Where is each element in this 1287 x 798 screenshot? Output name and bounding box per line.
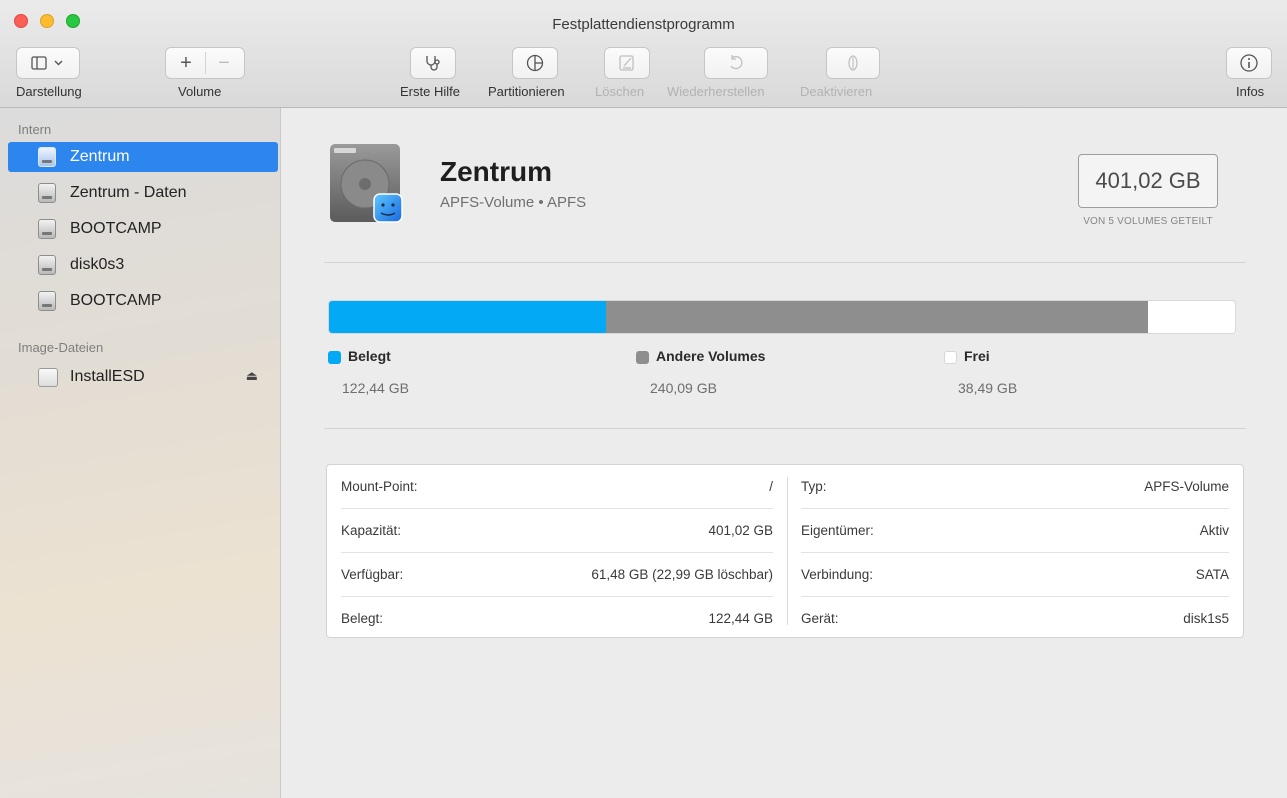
volume-icon <box>38 183 56 203</box>
sidebar-item-label: BOOTCAMP <box>70 292 162 309</box>
volume-label: Volume <box>178 84 222 99</box>
volume-icon <box>38 291 56 311</box>
info-key: Gerät: <box>801 611 839 626</box>
minus-icon[interactable]: − <box>204 52 244 75</box>
volume-name: Zentrum <box>440 156 552 187</box>
info-row-capacity: Kapazität: 401,02 GB <box>327 509 787 553</box>
usage-segment-other-volumes <box>605 301 1149 333</box>
restore-button[interactable] <box>704 47 768 79</box>
first-aid-label: Erste Hilfe <box>400 84 460 99</box>
eject-icon[interactable]: ⏏ <box>246 368 258 384</box>
info-value: APFS-Volume <box>1144 479 1229 494</box>
info-column-right: Typ: APFS-Volume Eigentümer: Aktiv Verbi… <box>787 465 1243 639</box>
erase-icon <box>619 55 634 71</box>
sidebar-item-label: Zentrum - Daten <box>70 184 187 201</box>
unmount-label: Deaktivieren <box>800 84 873 99</box>
info-icon <box>1240 54 1258 72</box>
info-row-type: Typ: APFS-Volume <box>787 465 1243 509</box>
info-key: Verfügbar: <box>341 567 404 582</box>
view-button[interactable] <box>16 47 80 79</box>
legend-value: 38,49 GB <box>958 380 1018 396</box>
info-key: Belegt: <box>341 611 384 626</box>
section-images: Image-Dateien <box>18 340 104 355</box>
legend-label: Andere Volumes <box>656 348 766 364</box>
info-value: SATA <box>1195 567 1229 582</box>
legend-value: 122,44 GB <box>342 380 409 396</box>
separator <box>324 428 1246 429</box>
pie-icon <box>526 54 544 72</box>
plus-icon[interactable]: + <box>166 52 206 75</box>
info-label: Infos <box>1236 84 1265 99</box>
hard-drive-icon <box>330 144 403 223</box>
sidebar-item-installesd[interactable]: InstallESD ⏏ <box>8 362 278 392</box>
info-value: disk1s5 <box>1183 611 1229 626</box>
info-key: Typ: <box>801 479 827 494</box>
info-value: Aktiv <box>1199 523 1229 538</box>
restore-icon <box>730 55 743 70</box>
info-column-left: Mount-Point: / Kapazität: 401,02 GB Verf… <box>327 465 787 639</box>
sidebar-item-disk0s3[interactable]: disk0s3 <box>8 250 278 280</box>
sidebar-item-label: disk0s3 <box>70 256 125 273</box>
first-aid-button[interactable] <box>410 47 456 79</box>
volume-icon <box>38 219 56 239</box>
volume-segment: + − <box>165 47 245 79</box>
legend-value: 240,09 GB <box>650 380 717 396</box>
info-row-mount-point: Mount-Point: / <box>327 465 787 509</box>
info-key: Eigentümer: <box>801 523 874 538</box>
legend-swatch <box>636 351 649 364</box>
capacity-box: 401,02 GB <box>1078 154 1218 208</box>
info-row-used: Belegt: 122,44 GB <box>327 597 787 641</box>
sidebar-icon <box>31 56 63 70</box>
volume-info-table: Mount-Point: / Kapazität: 401,02 GB Verf… <box>326 464 1244 638</box>
info-row-device: Gerät: disk1s5 <box>787 597 1243 641</box>
erase-label: Löschen <box>595 84 645 99</box>
stethoscope-icon <box>426 56 440 71</box>
info-button[interactable] <box>1226 47 1272 79</box>
disk-image-icon <box>38 368 58 387</box>
sidebar-item-label: InstallESD <box>70 368 145 385</box>
sidebar-item-bootcamp-2[interactable]: BOOTCAMP <box>8 286 278 316</box>
window-title: Festplattendienstprogramm <box>552 16 735 33</box>
unmount-icon <box>848 55 858 71</box>
usage-segment-free <box>1148 301 1235 333</box>
view-label: Darstellung <box>16 84 82 99</box>
usage-segment-used <box>329 301 606 333</box>
volume-subtitle: APFS-Volume • APFS <box>440 194 587 211</box>
legend-label: Belegt <box>348 348 391 364</box>
sidebar-item-label: BOOTCAMP <box>70 220 162 237</box>
volume-icon <box>38 255 56 275</box>
legend-swatch <box>328 351 341 364</box>
sidebar-item-label: Zentrum <box>70 148 130 165</box>
partition-label: Partitionieren <box>488 84 565 99</box>
sidebar-item-zentrum-daten[interactable]: Zentrum - Daten <box>8 178 278 208</box>
sidebar-item-zentrum[interactable]: Zentrum <box>8 142 278 172</box>
section-internal: Intern <box>18 122 52 137</box>
partition-button[interactable] <box>512 47 558 79</box>
info-value: 401,02 GB <box>708 523 773 538</box>
legend-label: Frei <box>964 348 990 364</box>
volume-icon <box>38 147 56 167</box>
info-key: Mount-Point: <box>341 479 418 494</box>
info-key: Verbindung: <box>801 567 874 582</box>
info-value: 61,48 GB (22,99 GB löschbar) <box>591 567 773 582</box>
legend-swatch <box>944 351 957 364</box>
volume-detail-pane: Zentrum APFS-Volume • APFS 401,02 GB VON… <box>282 108 1287 798</box>
separator <box>324 262 1246 263</box>
toolbar: Festplattendienstprogramm Darstellung + … <box>0 0 1287 108</box>
sidebar-item-bootcamp[interactable]: BOOTCAMP <box>8 214 278 244</box>
unmount-button[interactable] <box>826 47 880 79</box>
info-key: Kapazität: <box>341 523 402 538</box>
restore-label: Wiederherstellen <box>667 84 765 99</box>
erase-button[interactable] <box>604 47 650 79</box>
info-row-owner: Eigentümer: Aktiv <box>787 509 1243 553</box>
info-row-connection: Verbindung: SATA <box>787 553 1243 597</box>
usage-bar <box>328 300 1236 334</box>
info-value: / <box>769 479 773 494</box>
sidebar: Intern Zentrum Zentrum - Daten BOOTCAMP … <box>0 108 281 798</box>
capacity-note: VON 5 VOLUMES GETEILT <box>1083 216 1213 227</box>
disk-utility-window: Festplattendienstprogramm Darstellung + … <box>0 0 1287 798</box>
info-row-available: Verfügbar: 61,48 GB (22,99 GB löschbar) <box>327 553 787 597</box>
info-value: 122,44 GB <box>708 611 773 626</box>
